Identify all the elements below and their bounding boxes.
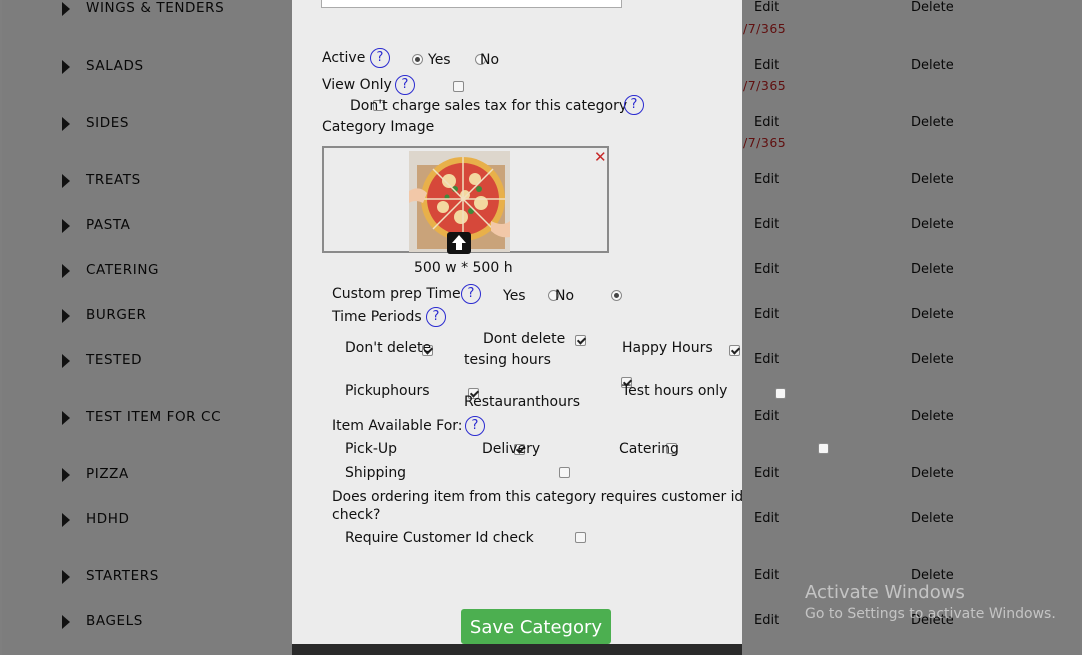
time-period-label: Pickuphours bbox=[345, 383, 430, 399]
custom-prep-yes-label: Yes bbox=[503, 288, 526, 304]
active-yes-radio[interactable] bbox=[412, 54, 423, 65]
time-period-label: Restauranthours bbox=[464, 394, 581, 410]
no-sales-tax-label: Don't charge sales tax for this category bbox=[350, 98, 628, 114]
category-name-input[interactable] bbox=[321, 0, 622, 8]
active-help-icon[interactable]: ? bbox=[370, 48, 390, 68]
catering-checkbox[interactable] bbox=[818, 443, 830, 454]
shipping-label: Shipping bbox=[345, 465, 407, 481]
pickup-label: Pick-Up bbox=[345, 441, 398, 457]
time-periods-label: Time Periods bbox=[332, 309, 422, 325]
available-for-help-icon[interactable]: ? bbox=[465, 416, 485, 436]
time-period-label: Test hours only bbox=[622, 383, 728, 399]
available-for-label: Item Available For: bbox=[332, 418, 463, 434]
id-check-question: Does ordering item from this category re… bbox=[332, 489, 744, 505]
custom-prep-no-label: No bbox=[555, 288, 575, 304]
category-image-label: Category Image bbox=[322, 119, 435, 135]
arrow-up-icon bbox=[452, 235, 466, 250]
upload-image-button[interactable] bbox=[447, 232, 471, 254]
remove-image-close-icon[interactable]: ✕ bbox=[594, 148, 607, 166]
active-label: Active bbox=[322, 50, 366, 66]
view-only-help-icon[interactable]: ? bbox=[395, 75, 415, 95]
active-yes-label: Yes bbox=[428, 52, 451, 68]
id-check-question-line2: check? bbox=[332, 507, 381, 523]
time-period-label: Happy Hours bbox=[622, 340, 713, 356]
catering-label: Catering bbox=[619, 441, 679, 457]
modal-footer-bar bbox=[292, 644, 742, 655]
image-dimensions-hint: 500 w * 500 h bbox=[414, 260, 513, 276]
time-period-label: Dont delete bbox=[483, 331, 566, 347]
watermark-subtitle: Go to Settings to activate Windows. bbox=[805, 606, 1056, 622]
require-id-label: Require Customer Id check bbox=[345, 530, 534, 546]
delivery-label: Delivery bbox=[482, 441, 541, 457]
custom-prep-label: Custom prep Time bbox=[332, 286, 461, 302]
time-period-checkbox[interactable] bbox=[729, 345, 741, 356]
time-period-checkbox[interactable] bbox=[775, 388, 787, 399]
view-only-label: View Only bbox=[322, 77, 392, 93]
windows-activation-watermark: Activate Windows Go to Settings to activ… bbox=[805, 582, 1056, 622]
shipping-checkbox[interactable] bbox=[559, 467, 571, 478]
no-sales-tax-help-icon[interactable]: ? bbox=[624, 95, 644, 115]
view-only-checkbox[interactable] bbox=[452, 81, 464, 92]
custom-prep-help-icon[interactable]: ? bbox=[461, 284, 481, 304]
time-periods-help-icon[interactable]: ? bbox=[426, 307, 446, 327]
time-period-label-line2: tesing hours bbox=[464, 352, 551, 368]
time-period-checkbox[interactable] bbox=[575, 335, 587, 346]
save-category-button[interactable]: Save Category bbox=[461, 609, 611, 644]
time-period-label: Don't delete bbox=[345, 340, 432, 356]
watermark-title: Activate Windows bbox=[805, 582, 965, 603]
require-id-checkbox[interactable] bbox=[574, 532, 586, 543]
active-no-label: No bbox=[480, 52, 500, 68]
